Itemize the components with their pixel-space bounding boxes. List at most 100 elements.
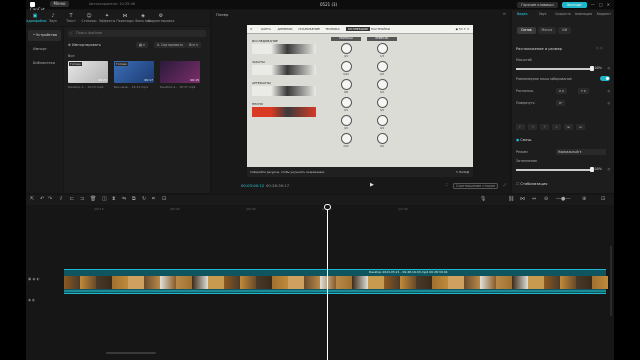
tool-adjust[interactable]: ⚙ Корректировка — [148, 10, 175, 26]
clip-frame — [496, 276, 512, 289]
mask-icon[interactable]: ◫ — [102, 196, 107, 202]
scale-value[interactable]: 100% — [593, 66, 602, 70]
filter-button[interactable]: Все ▾ — [186, 42, 201, 48]
tool-transitions[interactable]: ⋈ Переходы — [116, 10, 134, 26]
zoom-in-icon[interactable]: ⊕ — [582, 196, 586, 202]
import-row: ⊕ Импортировать ▦ ▾ ⇅ Сортировать Все ▾ — [68, 41, 206, 49]
media-thumbnail[interactable]: Готово 00:23 Desktop 2… 19:23.mp4 — [68, 61, 108, 94]
properties-tab[interactable]: Анимация — [573, 10, 593, 19]
rotate-icon[interactable]: ↻ — [142, 196, 146, 202]
tool-effects[interactable]: ✦ Эффекты — [98, 10, 116, 26]
opacity-value[interactable]: 100% — [593, 167, 602, 171]
zoom-out-icon[interactable]: ⊖ — [544, 196, 548, 202]
properties-tab[interactable]: Видео — [512, 10, 532, 19]
properties-subtab[interactable]: Основ — [517, 27, 536, 34]
snap-icon[interactable]: ⋈ — [520, 196, 525, 202]
rotate-input[interactable]: 0° — [556, 100, 566, 106]
aspect-ratio-button[interactable]: Соотношение сторон — [453, 183, 499, 189]
properties-subtab[interactable]: Маска — [537, 27, 557, 34]
position-x-input[interactable]: X 0 — [556, 88, 567, 94]
preview-axis-icon[interactable]: ⇔ — [532, 196, 536, 202]
properties-tab[interactable]: Звук — [532, 10, 552, 19]
game-item-count: 0/1 — [344, 109, 348, 112]
position-keyframe-icon[interactable]: ◇ — [607, 89, 610, 93]
align-middle-icon[interactable]: ⊞ — [564, 124, 573, 130]
timeline-horizontal-scrollbar[interactable] — [106, 352, 156, 354]
align-bottom-icon[interactable]: ⊟ — [576, 124, 585, 130]
tool-media[interactable]: ▣Медиафайлы — [26, 10, 47, 26]
delete-icon[interactable]: 🗑 — [90, 196, 96, 202]
play-button[interactable]: ▶ — [370, 182, 374, 188]
timeline-vertical-scrollbar[interactable] — [610, 246, 612, 316]
align-top-icon[interactable]: ⊥ — [552, 124, 561, 130]
media-search-input[interactable]: ⌕ Поиск файлов — [68, 30, 206, 37]
properties-tab[interactable]: Коррект — [594, 10, 614, 19]
tool-sticker[interactable]: ☺ Стикеры — [80, 10, 98, 26]
align-right-icon[interactable]: ⊤ — [540, 124, 549, 130]
mirror-icon[interactable]: ⧉ — [132, 196, 136, 202]
fullscreen-crop-icon[interactable]: ⛶ — [446, 183, 448, 189]
shortcuts-button[interactable]: Горячие клавиши — [517, 1, 558, 8]
title-bar: CapCut Меню Автосохранено: 10:35:46 0521… — [26, 0, 614, 12]
nav-item-2[interactable]: Библиотека — [28, 58, 61, 69]
blend-check-icon[interactable]: ● — [516, 138, 519, 142]
view-toggle-button[interactable]: ▦ ▾ — [136, 42, 148, 48]
blend-mode-select[interactable]: Нормальный ▾ — [556, 149, 606, 155]
freeze-icon[interactable]: ⧗ — [112, 196, 116, 202]
position-y-input[interactable]: Y 0 — [578, 88, 589, 94]
clip-frame — [256, 276, 272, 289]
align-center-icon[interactable]: ⊣ — [528, 124, 537, 130]
stabilize-checkbox[interactable]: ☐ — [516, 182, 519, 186]
split-icon[interactable]: ⫽ — [60, 196, 62, 202]
uniform-scale-toggle[interactable] — [600, 76, 610, 81]
opacity-keyframe-icon[interactable]: ◇ — [607, 167, 610, 171]
import-button[interactable]: ⊕ Импортировать — [68, 41, 101, 49]
fit-timeline-icon[interactable]: ⊡ — [601, 196, 605, 202]
rotate-keyframe-icon[interactable]: ◇ — [607, 101, 610, 105]
fit-icon[interactable]: ⊡ — [162, 196, 166, 202]
scale-keyframe-icon[interactable]: ◇ — [607, 66, 610, 70]
game-item-icon — [340, 133, 352, 144]
undo-icon[interactable]: ↶ — [40, 196, 44, 202]
zoom-slider[interactable]: ―●― — [556, 196, 570, 202]
clip-frame — [336, 276, 352, 289]
game-category-label: АРТЕФАКТЫ — [252, 81, 271, 85]
minimize-icon[interactable]: — — [591, 2, 595, 7]
reverse-icon[interactable]: ⇋ — [122, 196, 126, 202]
close-icon[interactable]: ✕ — [607, 2, 610, 7]
preview-screen[interactable]: ✕ ◆ 53 ✦ 2 КАРТА ДНЕВНИК СНАРЯЖЕНИЕ ТЕХНИКА… — [247, 25, 473, 177]
playhead-handle[interactable] — [324, 204, 331, 210]
select-tool-icon[interactable]: ⇱ — [30, 196, 34, 202]
split-left-icon[interactable]: ⊏ — [70, 196, 74, 202]
tool-filters[interactable]: ◈ Фильтры — [134, 10, 152, 26]
audio-track-controls[interactable]: ◉ ◐ — [28, 298, 62, 306]
media-thumbnail[interactable]: Готово 00:17 Без назв… 19:13.mp4 — [114, 61, 154, 94]
all-media-label: Все — [68, 54, 75, 58]
tool-audio[interactable]: ♪ Звук — [44, 10, 62, 26]
main-track-controls[interactable]: ▣ ◉ ◐ — [28, 277, 62, 285]
player-menu-icon[interactable]: ≡ — [503, 11, 506, 16]
maximize-icon[interactable]: □ — [599, 2, 603, 7]
properties-subtab[interactable]: ИИ — [558, 27, 572, 34]
microphone-icon[interactable]: 🎙 — [480, 196, 486, 202]
nav-item-0[interactable]: • Устройство — [28, 30, 61, 41]
link-icon[interactable]: ⛓ — [508, 196, 514, 202]
playhead[interactable] — [327, 206, 328, 360]
crop-icon[interactable]: ⌗ — [152, 196, 155, 202]
scale-slider[interactable] — [516, 66, 594, 71]
align-left-icon[interactable]: ⊢ — [516, 124, 525, 130]
menu-button[interactable]: Меню — [50, 1, 69, 7]
nav-item-1[interactable]: Импорт — [28, 44, 61, 55]
properties-tab[interactable]: Скорость — [553, 10, 573, 19]
clip-frame — [384, 276, 400, 289]
export-button[interactable]: Экспорт — [561, 1, 587, 8]
sort-button[interactable]: ⇅ Сортировать — [154, 42, 187, 48]
video-clip[interactable]: Desktop 2024.05.21 - 09.48.19.03.mp4 00:… — [64, 269, 608, 294]
split-right-icon[interactable]: ⊐ — [80, 196, 84, 202]
tool-text[interactable]: T Текст — [62, 10, 80, 26]
redo-icon[interactable]: ↷ — [48, 196, 52, 202]
opacity-slider[interactable] — [516, 167, 594, 172]
fullscreen-icon[interactable]: ⤢ — [503, 183, 506, 189]
media-thumbnail[interactable]: 00:15 Desktop 2… 18:37.mp4 — [160, 61, 200, 94]
timeline-ruler[interactable]: |00:15|02:40|05:00|10:05|12:30 — [64, 206, 614, 214]
